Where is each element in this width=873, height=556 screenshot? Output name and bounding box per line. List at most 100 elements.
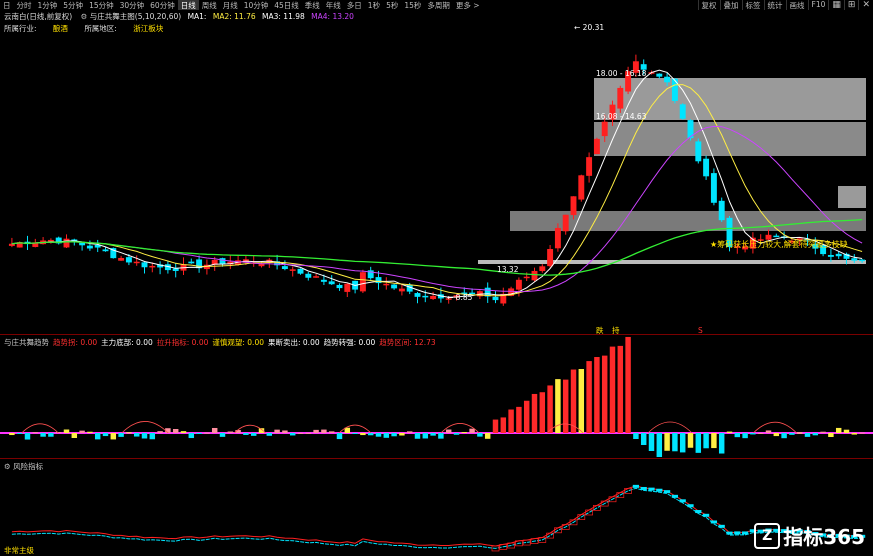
ind1-bar — [562, 379, 569, 433]
ind1-bar — [672, 433, 678, 452]
ind1-bar — [687, 433, 694, 448]
ind1-bar — [321, 429, 327, 433]
ind1-bar — [484, 433, 491, 439]
ind1-bar — [477, 433, 483, 437]
ind1-bar — [406, 431, 413, 433]
ind1-bar — [453, 433, 460, 435]
candle — [141, 262, 148, 268]
ind1-bar — [742, 433, 748, 439]
logo-icon: Z — [754, 522, 781, 549]
watermark-logo: Z 指标365 — [754, 521, 865, 550]
candle — [289, 269, 296, 271]
ind1-bar — [718, 433, 725, 454]
risk-block — [702, 513, 710, 517]
ind1-bar — [180, 431, 187, 433]
candle — [86, 245, 93, 249]
risk-block — [648, 487, 655, 491]
horizontal-band — [478, 260, 866, 264]
candle — [281, 266, 288, 270]
ind1-bar — [336, 433, 343, 440]
ind1-bar — [508, 409, 514, 433]
candle — [617, 87, 624, 109]
ind1-bar — [539, 392, 546, 433]
ind1-bar — [289, 433, 296, 436]
panel-divider — [0, 334, 873, 335]
ind1-bar — [40, 433, 46, 437]
risk-line-2 — [11, 487, 863, 549]
indicator2-gear-icon[interactable]: ⚙ — [4, 462, 11, 471]
ind1-bar — [196, 433, 202, 434]
ind1-bar — [648, 433, 655, 451]
candle — [851, 258, 858, 261]
candle — [578, 175, 585, 200]
ind1-bar — [625, 336, 631, 433]
candle — [79, 242, 86, 246]
risk-block — [695, 510, 702, 514]
ind1-bar — [172, 429, 179, 433]
ind1-bar — [243, 433, 249, 435]
ind1-legend-1: 趋势拐: 0.00 — [53, 338, 98, 347]
ind1-bar — [679, 433, 686, 453]
candle — [554, 227, 561, 249]
candle — [547, 249, 554, 267]
candle — [391, 284, 398, 289]
ind1-bar — [110, 433, 117, 440]
ind1-bar — [656, 433, 663, 457]
ind1-bar — [414, 433, 421, 439]
ind1-bar — [843, 429, 850, 433]
ind1-bar — [141, 433, 148, 439]
ind1-bar — [87, 431, 93, 433]
candle — [336, 284, 343, 289]
ind1-bar — [422, 433, 429, 439]
risk-line — [11, 485, 863, 547]
ind1-bar — [570, 369, 577, 433]
risk-block — [640, 486, 647, 490]
risk-block — [741, 531, 749, 535]
ind1-bar — [102, 433, 109, 437]
candle — [430, 295, 437, 300]
ind1-bar — [126, 432, 132, 434]
candle — [305, 273, 312, 278]
ind1-bar — [204, 432, 210, 434]
risk-block — [663, 490, 671, 494]
ind1-bar — [703, 433, 709, 449]
risk-block — [734, 531, 741, 535]
ind1-bar — [757, 432, 764, 434]
candle — [562, 214, 569, 232]
ind1-bar — [79, 430, 85, 433]
ind1-bar — [734, 433, 741, 438]
indicator2-name[interactable]: 风险指标 — [13, 462, 43, 471]
ind1-arc — [338, 424, 372, 434]
candle — [656, 73, 663, 77]
ind1-bar — [594, 357, 600, 433]
ind1-legend-5: 果断卖出: 0.00 — [268, 338, 320, 347]
risk-block — [671, 494, 679, 498]
candle — [765, 234, 772, 240]
box2-label: 16.08 - 14.63 — [596, 112, 647, 121]
ind1-bar — [133, 433, 140, 437]
candle — [118, 257, 125, 261]
ind1-bar — [63, 429, 70, 433]
ind1-bar — [789, 433, 795, 435]
annotation-text: ★筹码获长压力较大,解套待突破多技缺 — [710, 239, 848, 249]
ind1-bar — [383, 433, 390, 438]
panel-divider — [0, 458, 873, 459]
ind1-bar — [399, 433, 405, 436]
ind1-bar — [9, 433, 15, 436]
ind1-bar — [531, 393, 538, 433]
ind1-bar — [523, 400, 530, 433]
ind1-bar — [586, 361, 592, 433]
candle — [219, 258, 226, 265]
kline-chart[interactable]: ← 20.31 ← 8.85 13.32 18.00 - 16.18 16.08 - 1… — [0, 0, 873, 556]
ind1-bar — [305, 432, 312, 434]
resistance-box-2 — [594, 122, 866, 156]
ind1-bar — [796, 432, 803, 434]
ind1-bar — [601, 355, 608, 433]
risk-block — [687, 504, 694, 508]
risk-block — [679, 499, 686, 503]
risk-block — [710, 520, 718, 524]
indicator1-legend: 与庄共舞趋势 趋势拐: 0.00 主力底部: 0.00 拉升指标: 0.00 谨慎观望:… — [4, 337, 440, 348]
ind1-bar — [282, 430, 288, 433]
ind1-bar — [149, 433, 156, 440]
ind1-bar — [835, 427, 842, 433]
